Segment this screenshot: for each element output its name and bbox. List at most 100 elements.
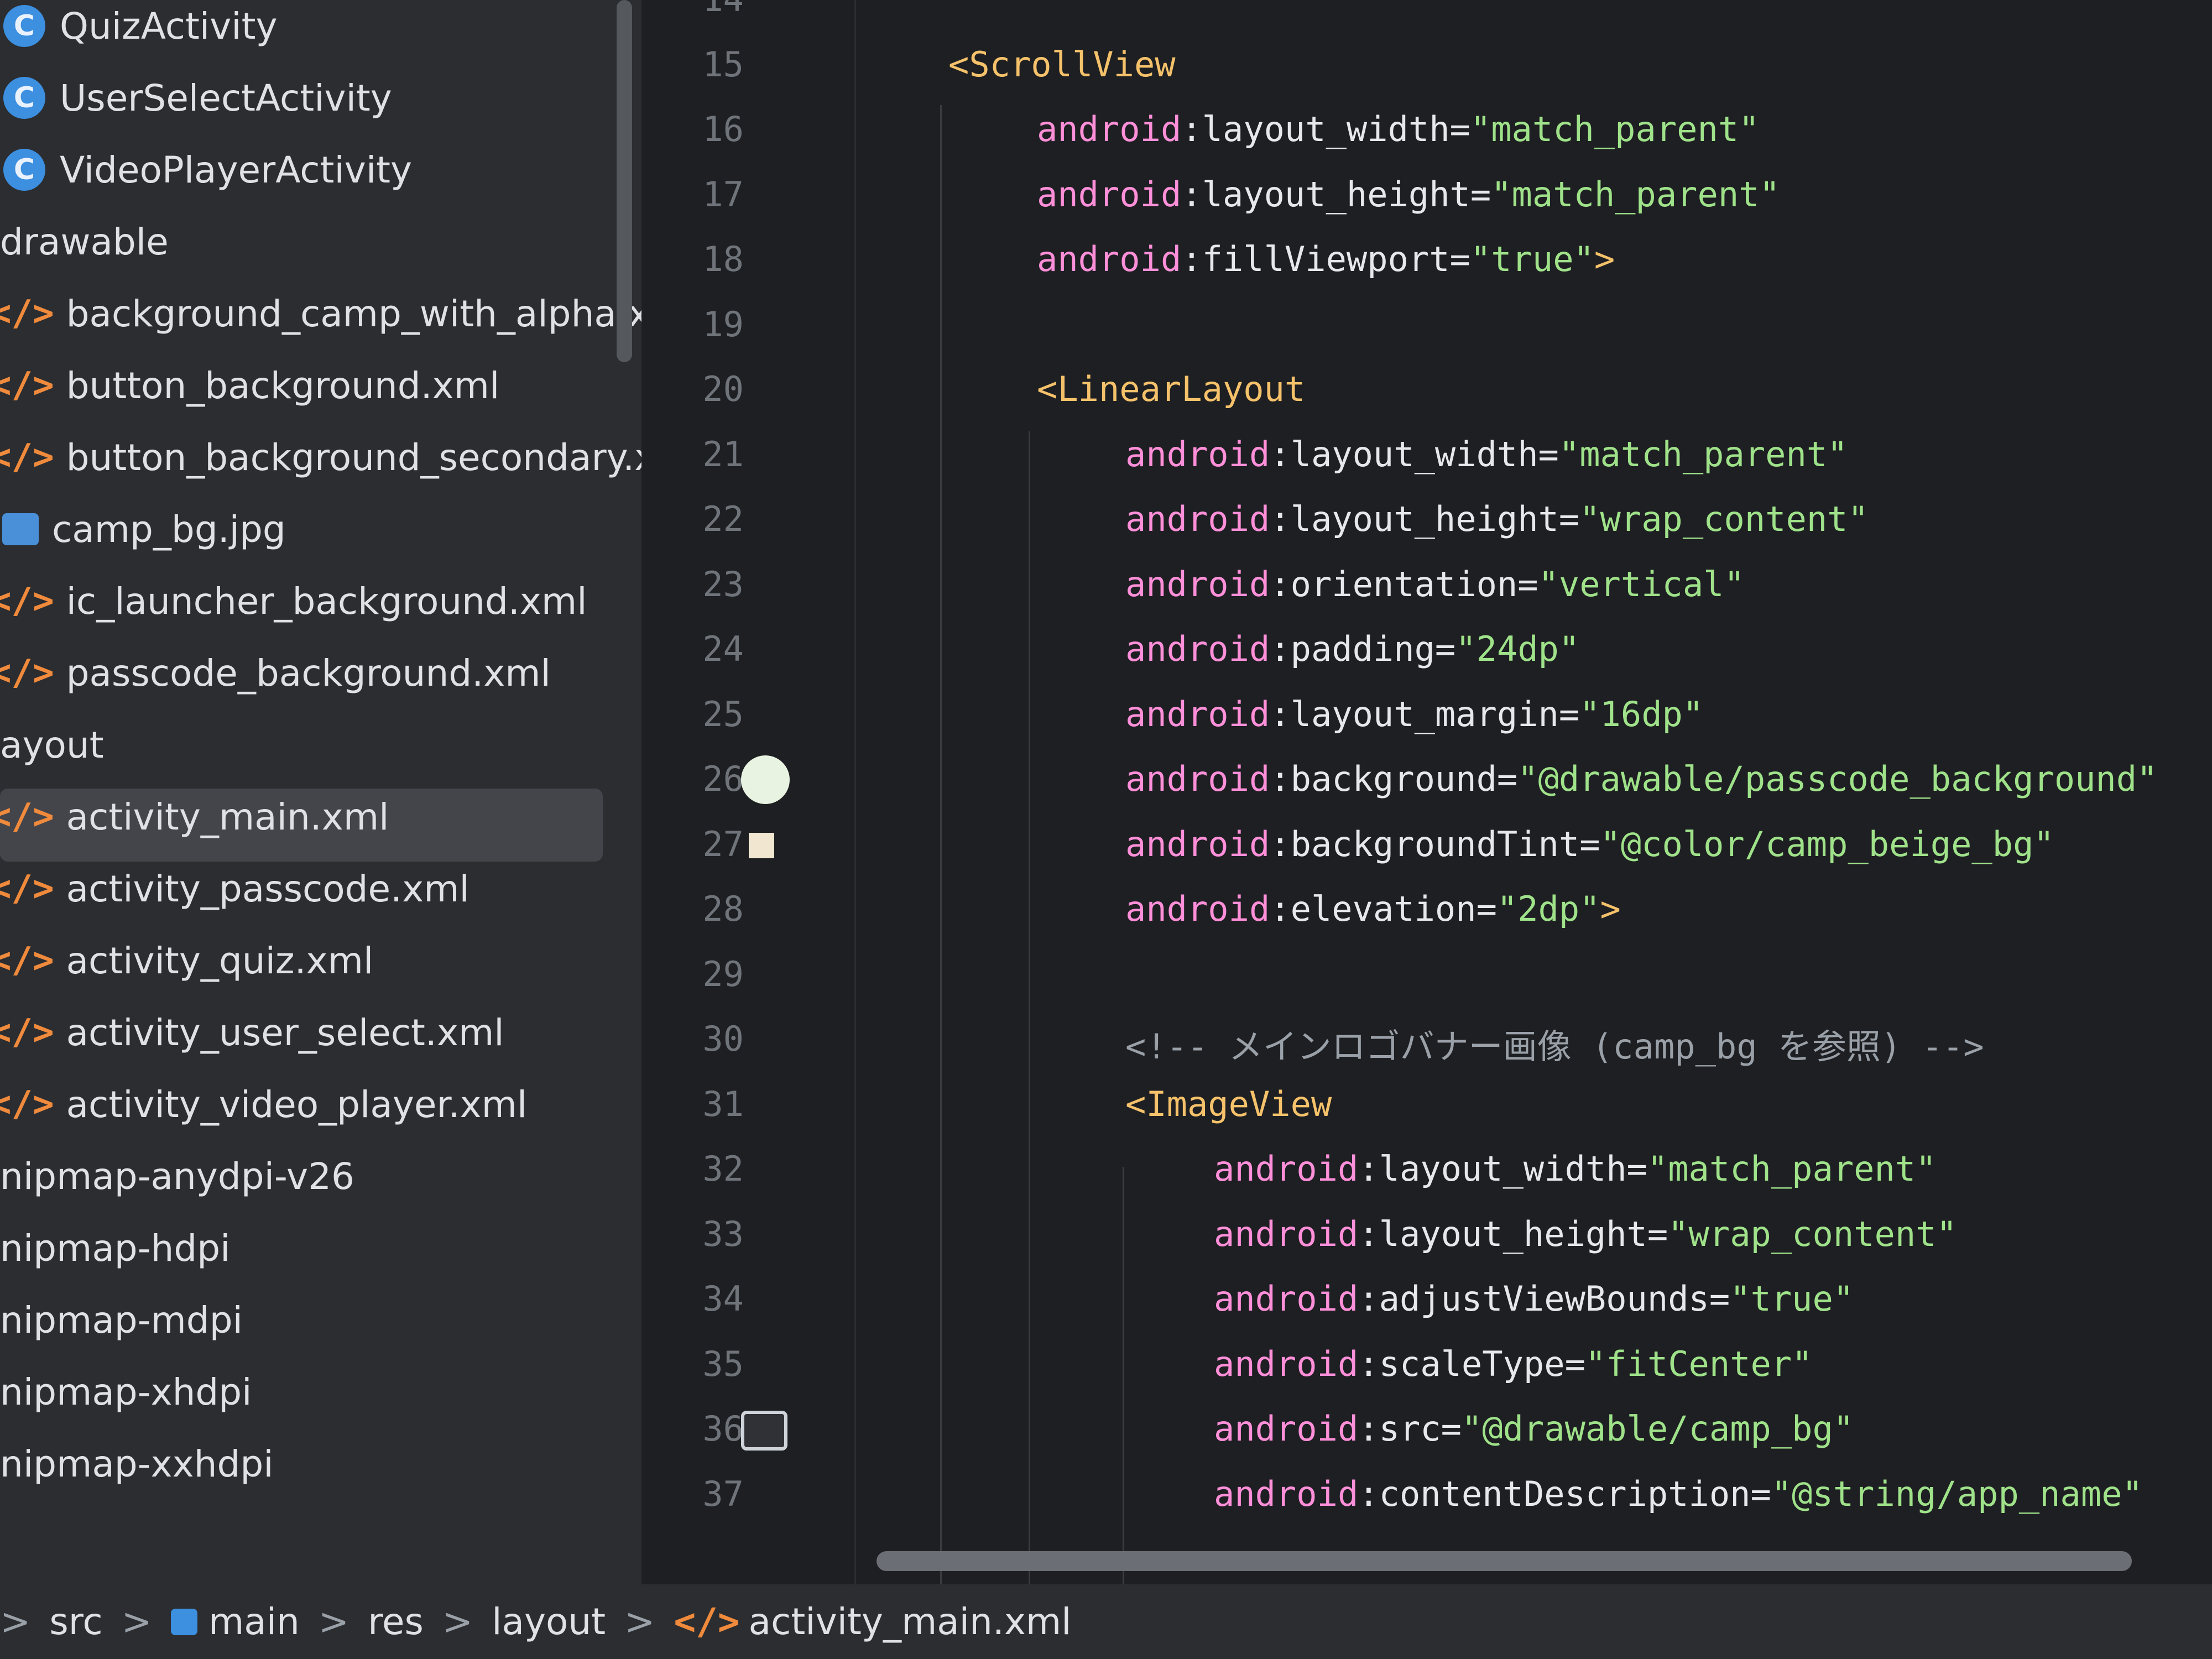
code-line[interactable]: android:layout_height="wrap_content" [1214,1214,1957,1254]
code-editor[interactable]: 14 15 16 17 18 19 20 21 22 23 24 25 26 27 28 29 30 31 32 33… [661,0,2212,1584]
tree-item-label: nipmap-mdpi [0,1298,243,1342]
code-line[interactable]: <ImageView [1125,1084,1332,1124]
code-token-ns: android [1214,1213,1359,1254]
image-preview-icon[interactable] [741,1411,787,1451]
breadcrumb-item-layout[interactable]: layout [492,1600,606,1643]
code-line[interactable]: android:scaleType="fitCenter" [1214,1344,1813,1384]
line-number: 24 [702,629,744,669]
code-line[interactable]: android:layout_height="match_parent" [1037,174,1780,215]
line-number: 14 [683,0,744,19]
xml-file-icon: </> [0,1012,54,1053]
code-line[interactable]: <!-- メインロゴバナー画像 (camp_bg を参照) --> [1125,1019,1984,1068]
breadcrumb-item-res[interactable]: res [368,1600,424,1643]
line-number: 36 [702,1408,744,1449]
code-line[interactable]: android:fillViewport="true"> [1037,239,1615,279]
code-line[interactable]: android:orientation="vertical" [1125,564,1745,604]
code-line[interactable]: android:layout_margin="16dp" [1125,694,1703,734]
tree-item-label: ayout [0,723,104,766]
xml-file-icon: </> [0,1084,54,1125]
code-token-attr: :padding= [1270,629,1456,669]
code-token-str: "@drawable/camp_bg" [1461,1408,1854,1449]
tree-item-label: ic_launcher_background.xml [66,580,587,623]
tree-item[interactable]: </> button_background_secondary.xml [0,425,641,490]
tree-item-label: button_background.xml [66,364,500,407]
project-tree-scrollbar[interactable] [617,0,632,362]
breadcrumb-separator: > [0,1600,31,1643]
breadcrumb-separator: > [318,1600,349,1643]
code-line[interactable]: android:contentDescription="@string/app_… [1214,1474,2143,1514]
tree-item[interactable]: nipmap-xhdpi [0,1359,641,1425]
tree-item[interactable]: nipmap-mdpi [0,1287,641,1353]
code-token-attr: :backgroundTint= [1270,823,1600,864]
code-line[interactable]: android:layout_width="match_parent" [1125,434,1848,474]
indent-guide [940,105,942,1584]
code-token-ns: android [1125,823,1270,864]
indent-guide [1029,431,1030,1584]
tree-item[interactable]: C UserSelectActivity [0,65,641,131]
line-number: 27 [702,823,744,864]
tree-item[interactable]: </> activity_video_player.xml [0,1072,641,1137]
line-number: 16 [702,109,744,149]
code-token-attr: :elevation= [1270,889,1497,929]
xml-file-icon: </> [0,437,54,478]
tree-item[interactable]: C QuizActivity [0,0,641,59]
tree-item[interactable]: </> button_background.xml [0,353,641,418]
editor-horizontal-scrollbar[interactable] [877,1551,2132,1571]
tree-item[interactable]: </> activity_quiz.xml [0,928,641,993]
tree-item[interactable]: </> passcode_background.xml [0,640,641,706]
code-line[interactable]: android:layout_width="match_parent" [1214,1149,1936,1189]
tree-item[interactable]: </> activity_user_select.xml [0,1000,641,1065]
line-number: 26 [702,759,744,799]
tree-item[interactable]: nipmap-anydpi-v26 [0,1144,641,1209]
tree-item[interactable]: C VideoPlayerActivity [0,137,641,202]
breadcrumb-item-src[interactable]: src [49,1600,102,1643]
tree-item[interactable]: </> activity_passcode.xml [0,856,641,921]
code-line[interactable]: android:background="@drawable/passcode_b… [1125,759,2157,799]
tree-item-label: nipmap-xhdpi [0,1370,252,1413]
code-token-str: "2dp" [1496,889,1600,929]
tree-item[interactable]: </> background_camp_with_alpha.xml [0,281,641,346]
xml-file-icon: </> [0,581,54,622]
code-token-attr: :layout_height= [1181,174,1491,215]
code-line[interactable]: android:src="@drawable/camp_bg" [1214,1408,1854,1449]
code-token-str: "match_parent" [1470,109,1760,149]
class-icon: C [3,5,45,47]
tree-item[interactable]: </> ic_launcher_background.xml [0,568,641,634]
code-line[interactable]: <ScrollView [948,44,1176,85]
code-token-tag: <LinearLayout [1037,369,1306,409]
breadcrumb-item-activity-main-xml[interactable]: </> activity_main.xml [674,1600,1071,1643]
code-line[interactable]: <LinearLayout [1037,369,1305,409]
tree-item[interactable]: nipmap-hdpi [0,1215,641,1281]
tree-item[interactable]: drawable [0,209,641,274]
code-token-attr: :adjustViewBounds= [1358,1279,1730,1319]
tree-item[interactable]: </> activity_main.xml [0,784,641,862]
code-line[interactable]: android:elevation="2dp"> [1125,889,1621,929]
tree-item[interactable]: camp_bg.jpg [0,497,641,562]
code-line[interactable]: android:layout_height="wrap_content" [1125,499,1869,539]
line-number: 20 [702,369,744,409]
breadcrumb-item-main[interactable]: main [170,1600,300,1643]
class-icon: C [3,149,45,191]
code-token-ns: android [1214,1473,1359,1514]
code-token-tag: > [1600,889,1621,929]
code-line[interactable]: android:layout_width="match_parent" [1037,109,1759,149]
code-token-tag: <ImageView [1125,1083,1332,1124]
tree-item[interactable]: nipmap-xxhdpi [0,1431,641,1496]
breadcrumb-separator: > [121,1600,152,1643]
code-token-ns: android [1037,239,1182,279]
code-line[interactable]: android:backgroundTint="@color/camp_beig… [1125,824,2054,864]
code-line[interactable]: android:padding="24dp" [1125,629,1579,669]
code-token-str: "true" [1470,239,1594,279]
code-token-str: "true" [1730,1279,1854,1319]
breadcrumb: > src > main > res > layout > </> activity_main.xm… [0,1584,2212,1659]
color-preview-square-icon[interactable] [741,832,774,858]
code-line[interactable]: android:adjustViewBounds="true" [1214,1279,1854,1319]
code-token-str: "wrap_content" [1668,1213,1957,1254]
xml-file-icon: </> [0,796,54,837]
code-token-ns: android [1214,1408,1359,1449]
color-preview-circle-icon[interactable] [741,755,790,804]
tree-item[interactable]: ayout [0,712,641,778]
code-token-str: "@color/camp_beige_bg" [1600,823,2054,864]
line-number: 25 [702,693,744,734]
tree-item-label: activity_user_select.xml [66,1011,504,1054]
